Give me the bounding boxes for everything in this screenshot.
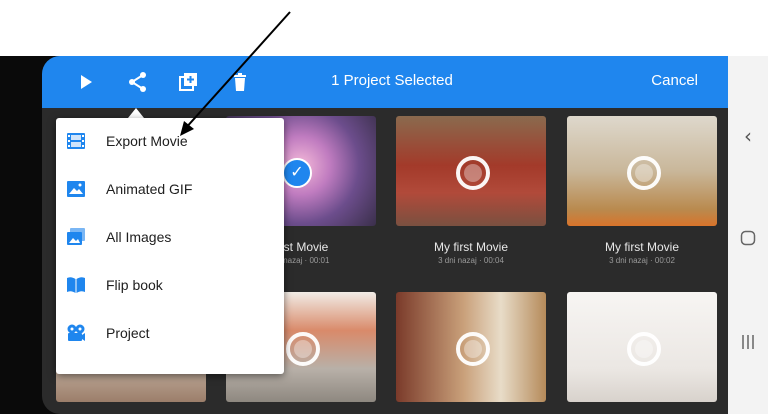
share-menu: Export Movie Animated GIF All Images Fli… bbox=[56, 118, 284, 374]
recent-apps-icon[interactable] bbox=[740, 334, 756, 350]
back-icon[interactable]: ‹ bbox=[728, 124, 768, 148]
cancel-button[interactable]: Cancel bbox=[651, 72, 698, 89]
menu-item-label: Export Movie bbox=[106, 133, 188, 149]
system-nav-bar: ‹ bbox=[728, 56, 768, 414]
menu-item-flip-book[interactable]: Flip book bbox=[56, 262, 284, 310]
selected-check-icon: ✓ bbox=[282, 158, 312, 188]
menu-item-project[interactable]: Project bbox=[56, 310, 284, 358]
duplicate-icon[interactable] bbox=[176, 70, 200, 94]
selection-count-title: 1 Project Selected bbox=[331, 72, 453, 89]
menu-item-label: All Images bbox=[106, 229, 172, 245]
project-reel-icon bbox=[67, 324, 85, 341]
play-icon[interactable] bbox=[74, 70, 98, 94]
select-circle-icon[interactable] bbox=[286, 332, 320, 366]
home-icon[interactable] bbox=[740, 230, 756, 246]
project-thumbnail-6[interactable] bbox=[396, 292, 546, 402]
select-circle-icon[interactable] bbox=[627, 156, 661, 190]
share-icon[interactable] bbox=[126, 70, 150, 94]
menu-item-label: Flip book bbox=[106, 277, 163, 293]
menu-item-label: Animated GIF bbox=[106, 181, 193, 197]
project-thumbnail-7[interactable] bbox=[567, 292, 717, 402]
project-meta: 3 dni nazaj · 00:02 bbox=[609, 256, 675, 265]
selection-toolbar: 1 Project Selected Cancel bbox=[42, 56, 728, 108]
project-thumbnail-3[interactable] bbox=[567, 116, 717, 226]
images-icon bbox=[67, 228, 85, 245]
phone-frame: 1 Project Selected Cancel ✓ first Movie … bbox=[0, 56, 768, 414]
menu-item-export-movie[interactable]: Export Movie bbox=[56, 118, 284, 166]
select-circle-icon[interactable] bbox=[456, 156, 490, 190]
app-screen: 1 Project Selected Cancel ✓ first Movie … bbox=[42, 56, 728, 414]
menu-item-all-images[interactable]: All Images bbox=[56, 214, 284, 262]
project-title: My first Movie bbox=[433, 240, 508, 254]
project-meta: 3 dni nazaj · 00:04 bbox=[438, 256, 504, 265]
menu-item-animated-gif[interactable]: Animated GIF bbox=[56, 166, 284, 214]
film-icon bbox=[67, 133, 85, 149]
book-icon bbox=[67, 277, 85, 293]
select-circle-icon[interactable] bbox=[456, 332, 490, 366]
image-icon bbox=[67, 181, 85, 197]
project-title: My first Movie bbox=[604, 240, 679, 254]
select-circle-icon[interactable] bbox=[627, 332, 661, 366]
menu-item-label: Project bbox=[106, 325, 150, 341]
menu-caret bbox=[128, 108, 144, 118]
project-thumbnail-2[interactable] bbox=[396, 116, 546, 226]
